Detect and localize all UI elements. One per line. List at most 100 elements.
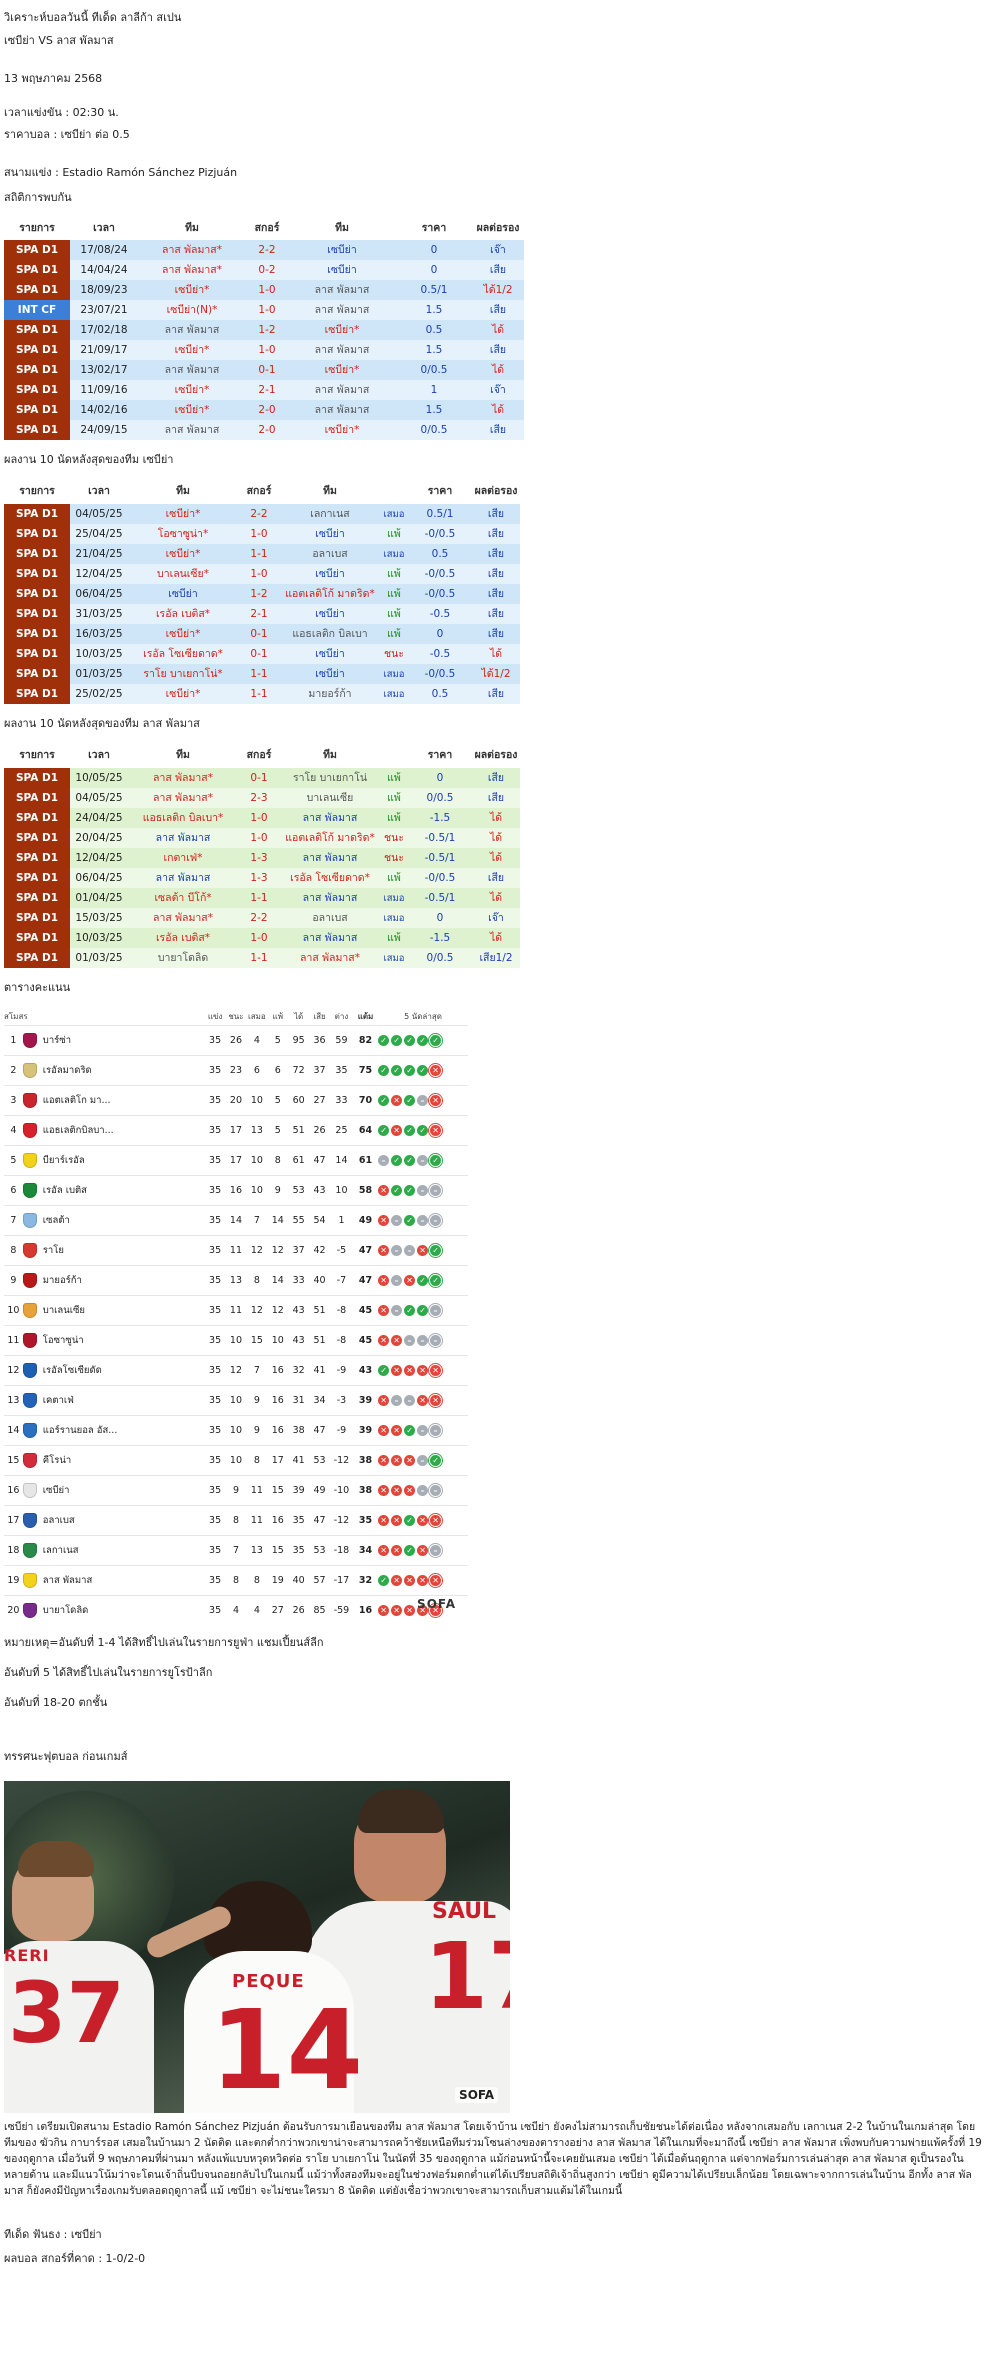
match-row: SPA D1 10/03/25 เรอัล โซเซียดาด* 0-1 เซบีย่า… [4,644,520,664]
handicap-result: เสีย1/2 [479,951,513,964]
match-row: SPA D1 10/03/25 เรอัล เบติส* 1-0 ลาส พัลมาส แ… [4,928,520,948]
stat-w: 13 [225,1265,247,1296]
handicap-result: ได้ [491,403,505,416]
form-loss-icon: ✕ [391,1455,403,1466]
form-cell: ✕ – ✓ – – [378,1205,468,1236]
form-win-icon: ✓ [378,1575,390,1586]
form-loss-icon: ✕ [378,1485,390,1496]
favorite-star: * [204,403,210,416]
form-cell: ✓ ✓ ✓ ✓ ✓ [378,1025,468,1056]
home-team: เกตาเฟ่* [128,848,238,868]
handicap: 0 [430,243,438,256]
match-score: 1-0 [250,931,268,944]
form-win-icon: ✓ [417,1035,429,1046]
team-name: เซบีย่า(N) [166,303,213,316]
stat-points: 64 [352,1115,379,1146]
form-cell: ✕ – ✓ ✓ – [378,1295,468,1326]
last10-a-heading: ผลงาน 10 นัดหลังสุดของทีม เซบีย่า [4,453,174,466]
team-crest-icon [22,1393,37,1408]
match-date: 17/08/24 [80,243,128,256]
team-crest-icon [22,1363,37,1378]
team-cell: เซลต้า [22,1205,205,1236]
match-score: 1-2 [258,323,276,336]
stat-points: 82 [352,1025,379,1056]
form-cell: ✓ ✕ ✓ – ✕ [378,1085,468,1116]
home-team: บายาโดลิด [128,948,238,968]
form-cell: ✕ ✕ – – – [378,1325,468,1356]
handicap-result: เสีย [487,527,505,540]
match-score: 1-0 [250,811,268,824]
league-badge: SPA D1 [4,908,70,928]
form-cell: ✕ – ✕ ✓ ✓ [378,1265,468,1296]
home-team: เซบีย่า* [138,340,246,360]
form-loss-icon: ✕ [404,1605,416,1616]
team-crest-icon [22,1273,37,1288]
away-team: เซบีย่า [280,524,380,544]
team-name: ลาส พัลมาส [42,1575,93,1586]
handicap: 0/0.5 [426,951,454,964]
favorite-star: * [195,547,201,560]
form-loss-icon: ✕ [404,1485,416,1496]
stat-d: 9 [246,1415,268,1446]
team-name: เซบีย่า [165,507,196,520]
h2h-header-row: รายการ เวลา ทีม สกอร์ ทีม ราคา ผลต่อรอง [4,216,524,240]
stat-l: 16 [267,1505,289,1536]
stat-l: 27 [267,1595,289,1625]
form-loss-icon: ✕ [417,1365,429,1376]
form-loss-icon: ✕ [378,1245,390,1256]
col-points: แต้ม [357,1011,374,1021]
team-crest-icon [22,1483,37,1498]
match-row: SPA D1 15/03/25 ลาส พัลมาส* 2-2 อลาเบส เสมอ 0 เ… [4,908,520,928]
handicap-result: เสีย [487,507,505,520]
stat-l: 16 [267,1355,289,1386]
player-left-hair [18,1841,94,1877]
match-date: 17/02/18 [80,323,128,336]
col-away: ทีม [323,485,337,497]
favorite-star: * [216,243,222,256]
home-team: เซบีย่า* [138,400,246,420]
league-badge: SPA D1 [4,928,70,948]
home-team: เรอัล เบติส* [128,604,238,624]
away-team: ลาส พัลมาส [280,848,380,868]
match-row: SPA D1 06/04/25 เซบีย่า 1-2 แอตเลติโก้ มาดริ… [4,584,520,604]
handicap: 0.5 [425,323,443,336]
standings-row: 14 แอร์รานยอล อัส... 35 10 9 16 38 47 -9 39 ✕ ✕ ✓ – – [4,1415,468,1446]
standings-row: 7 เซลต้า 35 14 7 14 55 54 1 49 ✕ – ✓ – – [4,1205,468,1236]
position: 11 [4,1325,23,1356]
handicap: 0 [430,263,438,276]
team-name: มายอร์ก้า [42,1275,82,1286]
away-team: ลาส พัลมาส [288,300,396,320]
stat-d: 10 [246,1175,268,1206]
match-date: 21/09/17 [80,343,128,356]
stat-gd: -7 [329,1265,353,1296]
home-team: ลาส พัลมาส* [128,768,238,788]
team-name: เซบีย่า [327,263,357,276]
standings-row: 13 เคตาเฟ่ 35 10 9 16 31 34 -3 39 ✕ – – ✕ ✕ [4,1385,468,1416]
form-cell: ✕ ✕ ✓ ✕ – [378,1535,468,1566]
position: 14 [4,1415,23,1446]
col-ga: เสีย [313,1011,326,1021]
stat-gd: 35 [329,1055,353,1086]
form-loss-icon: ✕ [378,1215,390,1226]
form-win-icon: ✓ [404,1155,416,1166]
team-crest-icon [22,1063,37,1078]
stat-points: 58 [352,1175,379,1206]
form-cell: ✕ ✕ ✓ – – [378,1415,468,1446]
col-result: ผลต่อรอง [474,748,518,761]
stat-gf: 43 [288,1295,310,1326]
form-win-icon: ✓ [417,1065,429,1076]
stat-d: 7 [246,1205,268,1236]
team-name: เซบีย่า [324,363,355,376]
form-win-icon: ✓ [378,1365,390,1376]
match-score: 2-0 [258,403,276,416]
stat-points: 45 [352,1325,379,1356]
team-cell: คีโรน่า [22,1445,205,1476]
stat-gd: -8 [329,1325,353,1356]
form-win-icon: ✓ [391,1035,403,1046]
handicap: 1.5 [425,403,443,416]
home-team: เซบีย่า(N)* [138,300,246,320]
match-date: 01/03/25 [75,667,123,680]
form-cell: ✓ ✕ ✕ ✕ ✕ [378,1565,468,1596]
handicap: -0.5/1 [424,831,456,844]
league-badge: SPA D1 [4,808,70,828]
